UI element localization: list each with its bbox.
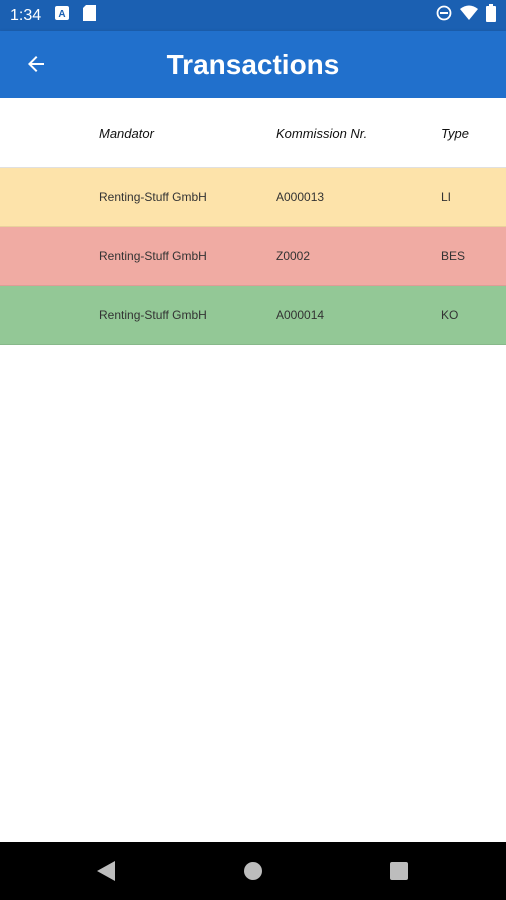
status-time: 1:34 — [10, 6, 42, 24]
page-title: Transactions — [166, 49, 340, 80]
do-not-disturb-icon — [436, 5, 452, 26]
cell-kommission: A000014 — [276, 308, 325, 322]
wifi-icon — [460, 5, 478, 26]
home-circle-icon — [244, 862, 262, 880]
table-header: Mandator Kommission Nr. Type — [0, 98, 506, 168]
svg-text:A: A — [59, 9, 66, 20]
battery-icon — [486, 4, 496, 27]
header-kommission: Kommission Nr. — [276, 126, 368, 141]
system-nav-bar — [0, 842, 506, 900]
cell-type: BES — [441, 249, 466, 263]
back-triangle-icon — [97, 861, 115, 881]
cell-type: LI — [441, 190, 452, 204]
cell-mandator: Renting-Stuff GmbH — [99, 249, 207, 263]
cell-mandator: Renting-Stuff GmbH — [99, 308, 207, 322]
nav-home-button[interactable] — [223, 842, 283, 900]
table-row[interactable]: Renting-Stuff GmbH A000014 KO — [0, 286, 506, 345]
transactions-table: Mandator Kommission Nr. Type Renting-Stu… — [0, 98, 506, 345]
status-bar: 1:34 A — [0, 0, 506, 31]
a-badge-icon: A — [55, 6, 70, 25]
arrow-left-icon — [28, 56, 44, 72]
header-type: Type — [441, 126, 469, 141]
back-button[interactable] — [14, 42, 58, 86]
recents-square-icon — [390, 862, 408, 880]
app-bar: Transactions — [0, 31, 506, 98]
nav-back-button[interactable] — [76, 842, 136, 900]
header-mandator: Mandator — [99, 126, 154, 141]
cell-type: KO — [441, 308, 459, 322]
sd-card-icon — [83, 5, 97, 26]
cell-mandator: Renting-Stuff GmbH — [99, 190, 207, 204]
nav-recents-button[interactable] — [369, 842, 429, 900]
table-row[interactable]: Renting-Stuff GmbH Z0002 BES — [0, 227, 506, 286]
cell-kommission: Z0002 — [276, 249, 311, 263]
table-row[interactable]: Renting-Stuff GmbH A000013 LI — [0, 168, 506, 227]
cell-kommission: A000013 — [276, 190, 325, 204]
